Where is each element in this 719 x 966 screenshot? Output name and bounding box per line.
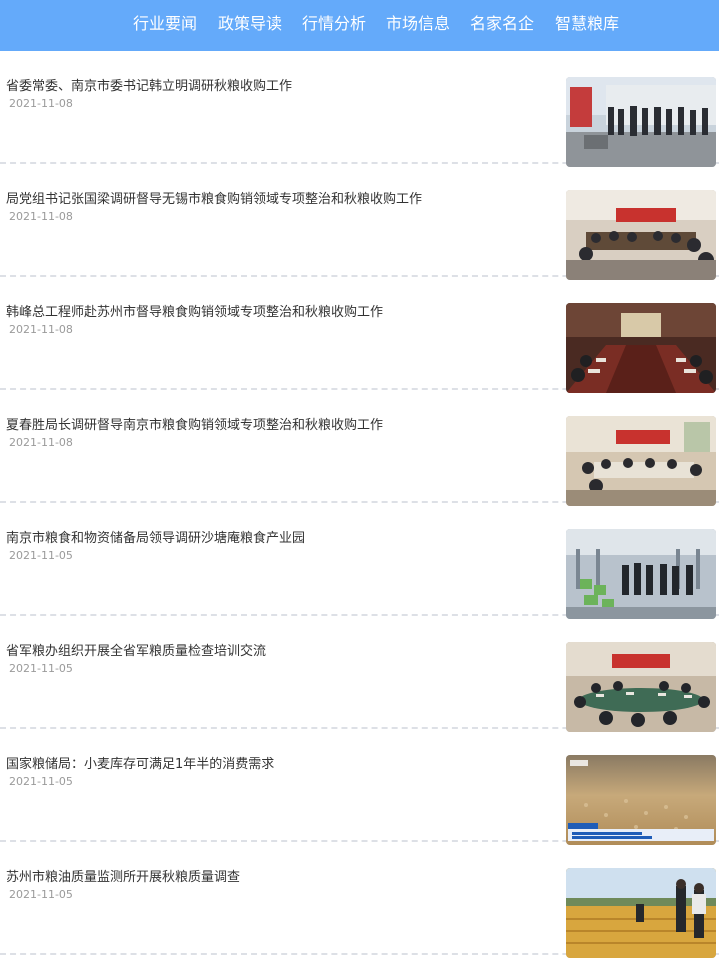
rice-field-photo-image — [566, 868, 716, 958]
news-thumbnail[interactable] — [566, 77, 716, 167]
news-date: 2021-11-08 — [9, 210, 73, 223]
news-title[interactable]: 省委常委、南京市委书记韩立明调研秋粮收购工作 — [6, 78, 546, 96]
nav-item-smart-granary[interactable]: 智慧粮库 — [555, 13, 619, 35]
news-item[interactable]: 省军粮办组织开展全省军粮质量检查培训交流 2021-11-05 — [0, 616, 719, 732]
news-date: 2021-11-05 — [9, 662, 73, 675]
news-thumbnail[interactable] — [566, 416, 716, 506]
news-title[interactable]: 国家粮储局：小麦库存可满足1年半的消费需求 — [6, 756, 546, 774]
news-title[interactable]: 局党组书记张国梁调研督导无锡市粮食购销领域专项整治和秋粮收购工作 — [6, 191, 546, 209]
top-navigation-bar: 行业要闻 政策导读 行情分析 市场信息 名家名企 智慧粮库 — [0, 0, 719, 51]
news-item[interactable]: 国家粮储局：小麦库存可满足1年半的消费需求 2021-11-05 — [0, 729, 719, 845]
news-date: 2021-11-05 — [9, 549, 73, 562]
news-title[interactable]: 南京市粮食和物资储备局领导调研沙塘庵粮食产业园 — [6, 530, 546, 548]
officials-visit-photo-image — [566, 77, 716, 167]
nav-item-famous-enterprises[interactable]: 名家名企 — [470, 13, 534, 35]
factory-visit-photo-image — [566, 529, 716, 619]
news-title[interactable]: 苏州市粮油质量监测所开展秋粮质量调查 — [6, 869, 546, 887]
training-meeting-photo-image — [566, 642, 716, 732]
news-date: 2021-11-08 — [9, 323, 73, 336]
news-item[interactable]: 局党组书记张国梁调研督导无锡市粮食购销领域专项整治和秋粮收购工作 2021-11… — [0, 164, 719, 280]
news-thumbnail[interactable] — [566, 529, 716, 619]
news-item[interactable]: 苏州市粮油质量监测所开展秋粮质量调查 2021-11-05 — [0, 842, 719, 958]
news-item[interactable]: 夏春胜局长调研督导南京市粮食购销领域专项整治和秋粮收购工作 2021-11-08 — [0, 390, 719, 506]
news-title[interactable]: 夏春胜局长调研督导南京市粮食购销领域专项整治和秋粮收购工作 — [6, 417, 546, 435]
nav-item-policy-guide[interactable]: 政策导读 — [218, 13, 282, 35]
news-title[interactable]: 韩峰总工程师赴苏州市督导粮食购销领域专项整治和秋粮收购工作 — [6, 304, 546, 322]
meeting-room-photo-image — [566, 190, 716, 280]
news-thumbnail[interactable] — [566, 303, 716, 393]
nav-item-market-info[interactable]: 市场信息 — [386, 13, 450, 35]
news-date: 2021-11-05 — [9, 888, 73, 901]
news-thumbnail[interactable] — [566, 868, 716, 958]
news-item[interactable]: 省委常委、南京市委书记韩立明调研秋粮收购工作 2021-11-08 — [0, 51, 719, 167]
news-thumbnail[interactable] — [566, 642, 716, 732]
news-date: 2021-11-05 — [9, 775, 73, 788]
news-item[interactable]: 南京市粮食和物资储备局领导调研沙塘庵粮食产业园 2021-11-05 — [0, 503, 719, 619]
news-item[interactable]: 韩峰总工程师赴苏州市督导粮食购销领域专项整治和秋粮收购工作 2021-11-08 — [0, 277, 719, 393]
news-thumbnail[interactable] — [566, 190, 716, 280]
nav-item-market-analysis[interactable]: 行情分析 — [302, 13, 366, 35]
meeting-hall-photo-image — [566, 416, 716, 506]
conference-table-photo-image — [566, 303, 716, 393]
nav-item-industry-news[interactable]: 行业要闻 — [133, 13, 197, 35]
news-title[interactable]: 省军粮办组织开展全省军粮质量检查培训交流 — [6, 643, 546, 661]
news-date: 2021-11-08 — [9, 436, 73, 449]
news-date: 2021-11-08 — [9, 97, 73, 110]
wheat-grain-tv-photo-image — [566, 755, 716, 845]
news-thumbnail[interactable] — [566, 755, 716, 845]
